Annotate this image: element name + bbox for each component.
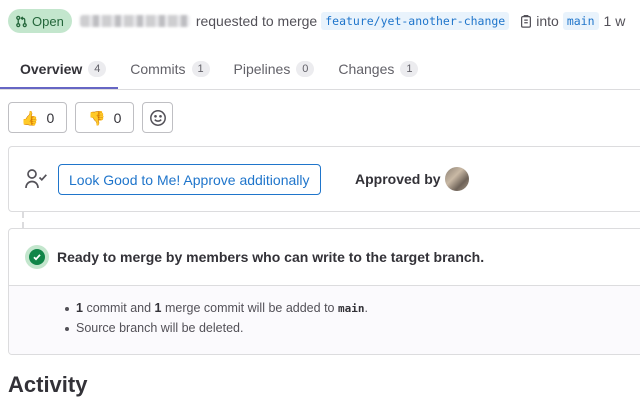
time-ago-text: 1 w [603,13,626,29]
award-emoji-bar: 👍 0 👎 0 [8,102,174,133]
activity-heading: Activity [8,372,88,397]
author-name-redacted[interactable] [79,15,190,27]
tab-overview-count: 4 [88,60,107,77]
thumbs-down-button[interactable]: 👎 0 [75,102,135,133]
success-status-icon [25,245,49,269]
mr-state-label: Open [32,13,64,29]
approver-avatar[interactable] [445,167,469,191]
add-reaction-button[interactable] [142,102,174,133]
source-branch-chip[interactable]: feature/yet-another-change [321,12,510,30]
tab-changes-label: Changes [338,60,395,77]
thumbs-down-icon: 👎 [88,109,106,126]
tab-commits-count: 1 [191,60,210,77]
merge-commit-text: merge commit will be added to [164,301,335,315]
tab-pipelines[interactable]: Pipelines 0 [222,48,327,89]
merge-commit-count: 1 [154,301,162,315]
commit-text: commit and [86,301,152,315]
merge-details-list: 1 commit and 1 merge commit will be adde… [9,286,640,354]
tab-overview[interactable]: Overview 4 [0,48,118,89]
requested-text: requested to merge [195,13,318,29]
merge-status-title: Ready to merge by members who can write … [57,249,485,265]
tab-changes-count: 1 [400,60,419,77]
tab-pipelines-label: Pipelines [233,60,291,77]
copy-branch-icon[interactable] [519,14,533,28]
tab-changes[interactable]: Changes 1 [326,48,430,89]
approve-button[interactable]: Look Good to Me! Approve additionally [58,164,321,195]
target-branch-chip[interactable]: main [562,12,599,30]
thumbs-up-icon: 👍 [21,109,39,126]
thumbs-down-count: 0 [113,109,122,126]
tab-pipelines-count: 0 [296,60,315,77]
mr-state-badge: Open [8,9,72,33]
thumbs-up-count: 0 [46,109,55,126]
approvals-widget: Look Good to Me! Approve additionally Ap… [8,146,640,212]
widget-connector [22,212,24,228]
merge-status-header: Ready to merge by members who can write … [9,229,640,286]
smiley-icon [149,109,167,127]
merge-widget: Ready to merge by members who can write … [8,228,640,355]
tab-overview-label: Overview [20,60,83,77]
merge-info-period: . [364,301,368,315]
merge-request-icon [15,15,28,28]
mr-tabs: Overview 4 Commits 1 Pipelines 0 Changes… [0,48,640,90]
mr-header-line: Open requested to merge feature/yet-anot… [8,9,625,33]
source-deleted-info: Source branch will be deleted. [65,321,640,335]
into-text: into [536,13,559,29]
commit-count: 1 [76,301,83,315]
tab-commits-label: Commits [130,60,186,77]
tab-commits[interactable]: Commits 1 [118,48,221,89]
merge-target-branch: main [337,302,365,315]
thumbs-up-button[interactable]: 👍 0 [8,102,68,133]
approved-by-label: Approved by [355,171,441,187]
approval-check-icon [24,167,50,191]
merge-commit-info: 1 commit and 1 merge commit will be adde… [65,301,640,315]
